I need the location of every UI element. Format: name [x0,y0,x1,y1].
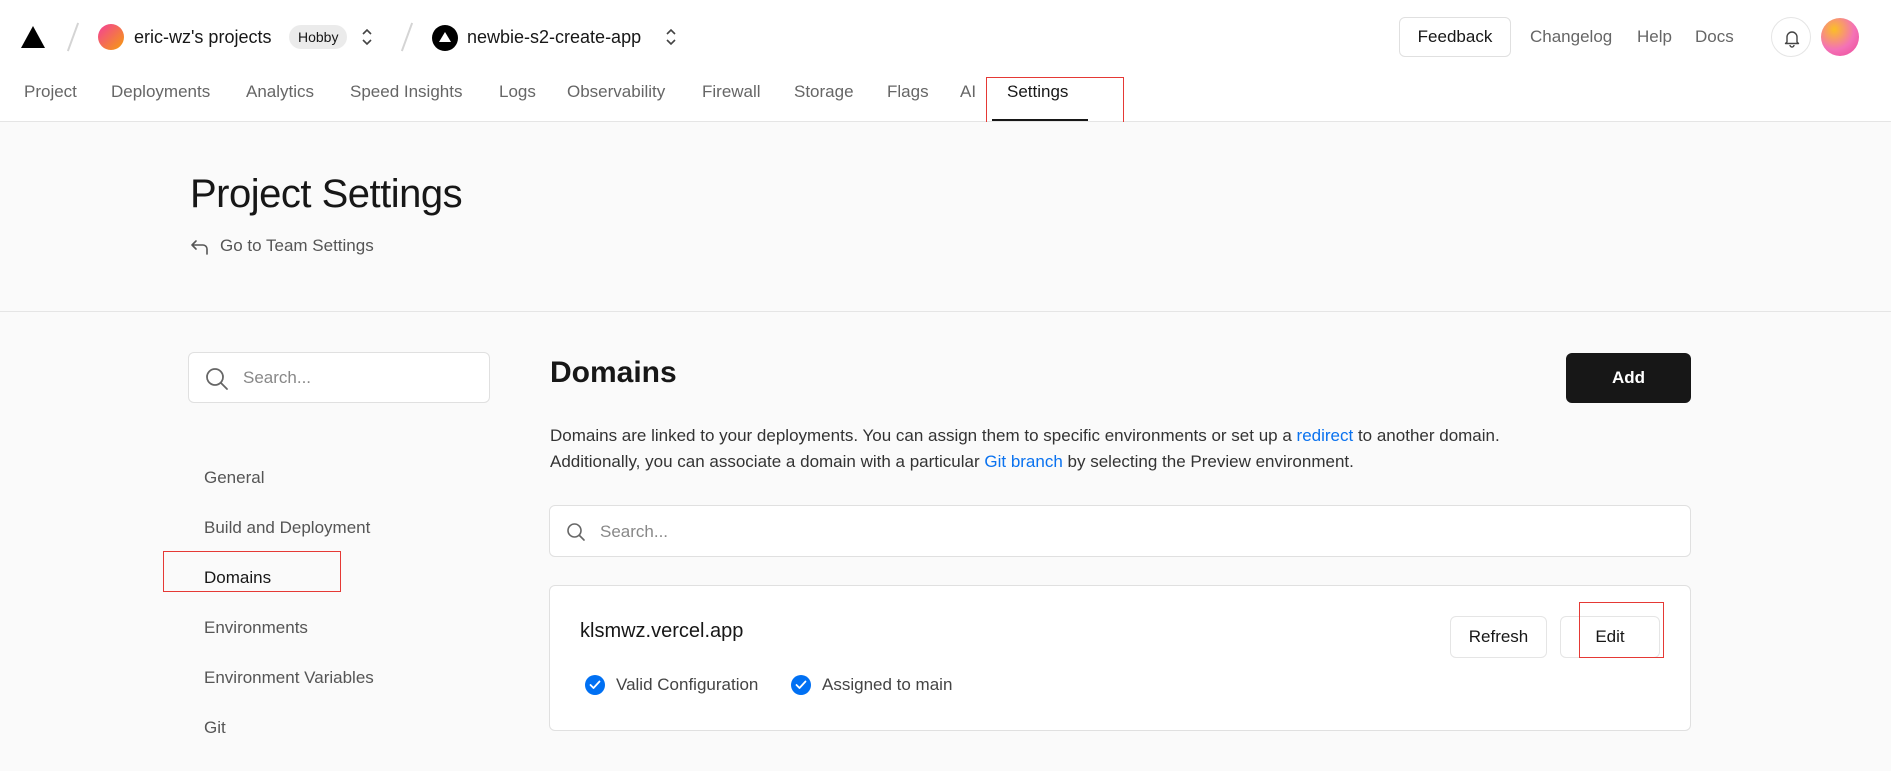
description-text: to another domain. [1357,426,1500,445]
domain-name[interactable]: klsmwz.vercel.app [580,620,743,643]
settings-search[interactable] [188,352,490,403]
help-link[interactable]: Help [1637,27,1672,47]
description-text: by selecting the Preview environment. [1067,452,1354,471]
plan-badge: Hobby [289,25,348,49]
breadcrumb-separator [400,22,414,52]
tab-speed-insights[interactable]: Speed Insights [350,82,462,102]
return-arrow-icon [191,240,208,255]
tab-logs[interactable]: Logs [499,82,536,102]
domains-search-input[interactable] [600,519,1660,545]
description-text: Domains are linked to your deployments. … [550,426,1292,445]
tab-storage[interactable]: Storage [794,82,854,102]
vercel-logo-icon[interactable] [20,25,46,49]
tab-deployments[interactable]: Deployments [111,82,210,102]
refresh-button[interactable]: Refresh [1450,616,1547,658]
tab-settings[interactable]: Settings [1007,82,1068,102]
changelog-link[interactable]: Changelog [1530,27,1612,47]
description-line-1: Domains are linked to your deployments. … [550,426,1500,446]
user-avatar[interactable] [1821,18,1859,56]
title-band: Project Settings Go to Team Settings [0,122,1891,312]
tab-project[interactable]: Project [24,82,77,102]
check-circle-icon [791,675,811,695]
redirect-link[interactable]: redirect [1297,426,1354,445]
sidebar-item-build-and-deployment[interactable]: Build and Deployment [204,518,370,538]
breadcrumb-separator [66,22,80,52]
sidebar-item-environments[interactable]: Environments [204,618,308,638]
search-icon [567,523,585,541]
team-avatar[interactable] [98,24,124,50]
project-switcher-chevrons-icon[interactable] [664,26,678,48]
status-label: Assigned to main [822,675,953,694]
project-tabs: Project Deployments Analytics Speed Insi… [0,76,1891,122]
description-text: Additionally, you can associate a domain… [550,452,980,471]
team-settings-link-label: Go to Team Settings [220,236,374,255]
team-name[interactable]: eric-wz's projects [134,27,271,48]
section-title: Domains [550,356,677,389]
edit-button[interactable]: Edit [1560,616,1660,658]
notifications-button[interactable] [1771,17,1811,57]
status-label: Valid Configuration [616,675,759,694]
sidebar-item-environment-variables[interactable]: Environment Variables [204,668,374,688]
domain-card: klsmwz.vercel.app Refresh Edit Valid Con… [549,585,1691,731]
tab-firewall[interactable]: Firewall [702,82,761,102]
tab-analytics[interactable]: Analytics [246,82,314,102]
domains-search[interactable] [549,505,1691,557]
feedback-button[interactable]: Feedback [1399,17,1511,57]
active-tab-indicator [992,119,1088,121]
settings-search-input[interactable] [243,365,473,391]
git-branch-link[interactable]: Git branch [984,452,1062,471]
tab-flags[interactable]: Flags [887,82,929,102]
check-circle-icon [585,675,605,695]
page-title: Project Settings [190,172,463,216]
app-header: eric-wz's projects Hobby newbie-s2-creat… [0,0,1891,122]
add-domain-button[interactable]: Add [1566,353,1691,403]
bell-icon [1784,31,1800,48]
sidebar-item-general[interactable]: General [204,468,264,488]
search-icon [206,368,228,390]
sidebar-item-git[interactable]: Git [204,718,226,738]
tab-ai[interactable]: AI [960,82,976,102]
tab-observability[interactable]: Observability [567,82,665,102]
sidebar-item-domains[interactable]: Domains [204,568,271,588]
team-switcher-chevrons-icon[interactable] [360,26,374,48]
docs-link[interactable]: Docs [1695,27,1734,47]
top-bar: eric-wz's projects Hobby newbie-s2-creat… [0,0,1891,76]
project-name[interactable]: newbie-s2-create-app [467,27,641,48]
project-logo-icon[interactable] [432,25,458,51]
description-line-2: Additionally, you can associate a domain… [550,452,1354,472]
